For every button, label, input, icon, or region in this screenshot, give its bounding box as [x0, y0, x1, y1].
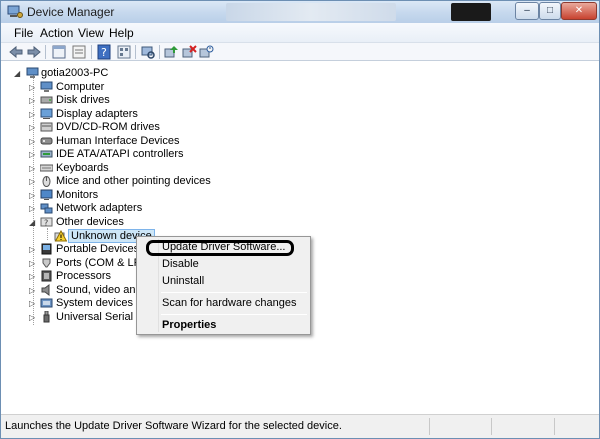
tree-item-label: Network adapters	[56, 202, 143, 214]
disable-menu-item[interactable]: Disable	[162, 258, 199, 270]
expand-arrow-icon[interactable]: ▷	[29, 259, 37, 268]
properties-menu-item[interactable]: Properties	[162, 319, 216, 331]
scan-hardware-icon[interactable]	[140, 44, 156, 60]
portable-device-icon	[41, 243, 52, 255]
menu-help[interactable]: Help	[109, 26, 134, 40]
properties-icon[interactable]	[51, 44, 67, 60]
uninstall-menu-item[interactable]: Uninstall	[162, 275, 204, 287]
maximize-button[interactable]: □	[539, 2, 561, 20]
menu-file[interactable]: File	[14, 26, 33, 40]
expand-arrow-icon[interactable]: ▷	[29, 164, 37, 173]
menu-view[interactable]: View	[78, 26, 104, 40]
toolbar-separator	[45, 45, 46, 59]
hid-icon	[40, 137, 53, 145]
menu-separator	[161, 292, 307, 293]
device-tree[interactable]: ◢ gotia2003-PC ▷ Computer ▷ Disk drives …	[1, 62, 599, 414]
status-divider	[491, 418, 492, 435]
tree-item-label: Human Interface Devices	[56, 135, 180, 147]
status-divider	[554, 418, 555, 435]
background-window-dark-blur	[451, 3, 491, 21]
background-window-blur	[226, 3, 396, 21]
update-driver-icon[interactable]	[163, 44, 179, 60]
speaker-icon	[41, 284, 50, 296]
close-button[interactable]: ✕	[561, 2, 597, 20]
minimize-button[interactable]: –	[515, 2, 539, 20]
tree-item-label: Portable Devices	[56, 243, 140, 255]
expand-arrow-icon[interactable]: ▷	[29, 150, 37, 159]
toolbar-separator	[91, 45, 92, 59]
monitor-icon	[40, 189, 53, 200]
expand-arrow-icon[interactable]: ▷	[29, 204, 37, 213]
expand-arrow-icon[interactable]: ▷	[29, 123, 37, 132]
toolbar-separator	[159, 45, 160, 59]
menu-action[interactable]: Action	[40, 26, 73, 40]
expand-arrow-icon[interactable]: ▷	[29, 245, 37, 254]
view-icon[interactable]	[116, 44, 132, 60]
display-adapter-icon	[40, 108, 53, 119]
uninstall-icon[interactable]	[181, 44, 197, 60]
disk-drive-icon	[40, 96, 53, 104]
toolbar: ?	[1, 43, 599, 61]
expand-arrow-icon[interactable]: ▷	[29, 177, 37, 186]
tree-item-label: Other devices	[56, 216, 124, 228]
expand-arrow-icon[interactable]: ▷	[29, 83, 37, 92]
collapse-arrow-icon[interactable]: ◢	[29, 218, 37, 227]
expand-arrow-icon[interactable]: ▷	[29, 110, 37, 119]
tree-item-label: Mice and other pointing devices	[56, 175, 211, 187]
tree-item-label: Display adapters	[56, 108, 138, 120]
menu-separator	[161, 314, 307, 315]
mouse-icon	[42, 176, 51, 187]
context-menu: Update Driver Software... Disable Uninst…	[136, 236, 311, 335]
tree-item-label: IDE ATA/ATAPI controllers	[56, 148, 184, 160]
expand-arrow-icon[interactable]: ▷	[29, 191, 37, 200]
disable-icon[interactable]	[198, 44, 214, 60]
usb-icon	[43, 311, 50, 323]
collapse-arrow-icon[interactable]: ◢	[14, 69, 22, 78]
tree-item-label: Computer	[56, 81, 105, 93]
keyboard-icon	[40, 164, 53, 172]
status-text: Launches the Update Driver Software Wiza…	[5, 420, 342, 432]
port-icon	[42, 258, 51, 268]
expand-arrow-icon[interactable]: ▷	[29, 96, 37, 105]
computer-icon	[40, 81, 53, 92]
menu-bar: File Action View Help	[1, 23, 599, 43]
computer-icon	[26, 67, 39, 78]
title-bar[interactable]: Device Manager – □ ✕	[1, 1, 599, 23]
tree-item-label: DVD/CD-ROM drives	[56, 121, 160, 133]
tree-connector	[47, 228, 48, 240]
expand-arrow-icon[interactable]: ▷	[29, 299, 37, 308]
system-device-icon	[40, 298, 53, 308]
unknown-device-icon: ?	[40, 217, 53, 228]
status-divider	[429, 418, 430, 435]
tree-item-label: System devices	[56, 297, 134, 309]
forward-icon[interactable]	[26, 44, 42, 60]
device-manager-icon	[7, 5, 23, 18]
processor-icon	[41, 270, 52, 282]
update-driver-menu-item[interactable]: Update Driver Software...	[162, 241, 286, 253]
device-manager-window: Device Manager – □ ✕ File Action View He…	[0, 0, 600, 439]
toolbar-separator	[135, 45, 136, 59]
tree-item-label: Disk drives	[56, 94, 110, 106]
network-adapter-icon	[40, 203, 53, 214]
svg-text:?: ?	[44, 219, 48, 228]
ide-controller-icon	[40, 150, 53, 158]
tree-root-label: gotia2003-PC	[41, 67, 109, 79]
expand-arrow-icon[interactable]: ▷	[29, 313, 37, 322]
tree-item-label: Monitors	[56, 189, 99, 201]
back-icon[interactable]	[8, 44, 24, 60]
expand-arrow-icon[interactable]: ▷	[29, 272, 37, 281]
warning-device-icon	[54, 230, 67, 242]
help-icon[interactable]: ?	[96, 44, 112, 60]
scan-hardware-menu-item[interactable]: Scan for hardware changes	[162, 297, 297, 309]
tree-item-label: Processors	[56, 270, 112, 282]
window-title: Device Manager	[27, 5, 115, 19]
dvd-drive-icon	[40, 122, 53, 132]
expand-arrow-icon[interactable]: ▷	[29, 137, 37, 146]
svg-text:?: ?	[101, 46, 107, 59]
expand-arrow-icon[interactable]: ▷	[29, 286, 37, 295]
status-bar: Launches the Update Driver Software Wiza…	[1, 414, 599, 438]
show-hide-icon[interactable]	[71, 44, 87, 60]
tree-item-label: Keyboards	[56, 162, 109, 174]
